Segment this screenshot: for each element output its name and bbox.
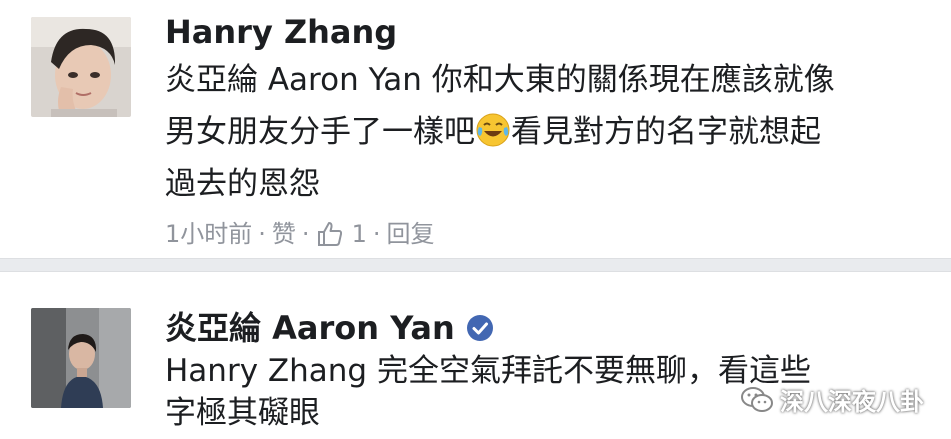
thumbs-up-icon[interactable] [316,220,344,248]
comment-text-line: 過去的恩怨 [165,166,320,202]
avatar-photo [31,17,131,117]
meta-separator: · [372,220,381,248]
author-name[interactable]: 炎亞綸 Aaron Yan [165,306,455,350]
watermark: 深八深夜八卦 [740,382,924,417]
comment-author[interactable]: Hanry Zhang [165,10,941,54]
comment-timestamp[interactable]: 1小时前 [165,214,252,254]
avatar[interactable] [31,308,131,408]
comment-text-segment: 男女朋友分手了一樣吧 [165,114,475,150]
comment-divider [0,258,951,272]
meta-separator: · [258,220,266,248]
comment-meta: 1小时前 · 赞 · 1 · 回复 [165,214,941,254]
like-link[interactable]: 赞 [272,214,296,254]
avatar[interactable] [31,17,131,117]
comment-item: Hanry Zhang 炎亞綸 Aaron Yan 你和大東的關係現在應該就像 … [0,0,951,255]
meta-separator: · [301,220,310,248]
tears-of-joy-emoji-icon [476,113,510,147]
avatar-photo [31,308,131,408]
reply-link[interactable]: 回复 [386,214,434,254]
comment-body: Hanry Zhang 炎亞綸 Aaron Yan 你和大東的關係現在應該就像 … [165,10,941,254]
author-name[interactable]: Hanry Zhang [165,10,397,54]
wechat-icon [741,386,773,412]
like-count: 1 [351,220,367,248]
watermark-text: 深八深夜八卦 [780,388,924,416]
comment-text-line: 男女朋友分手了一樣吧 看見對方的名字就想起 [165,106,941,158]
comment-author[interactable]: 炎亞綸 Aaron Yan [165,306,941,350]
comment-text-segment: 看見對方的名字就想起 [511,114,821,150]
verified-badge-icon [466,315,493,341]
comment-text-line: 炎亞綸 Aaron Yan 你和大東的關係現在應該就像 [165,62,835,98]
